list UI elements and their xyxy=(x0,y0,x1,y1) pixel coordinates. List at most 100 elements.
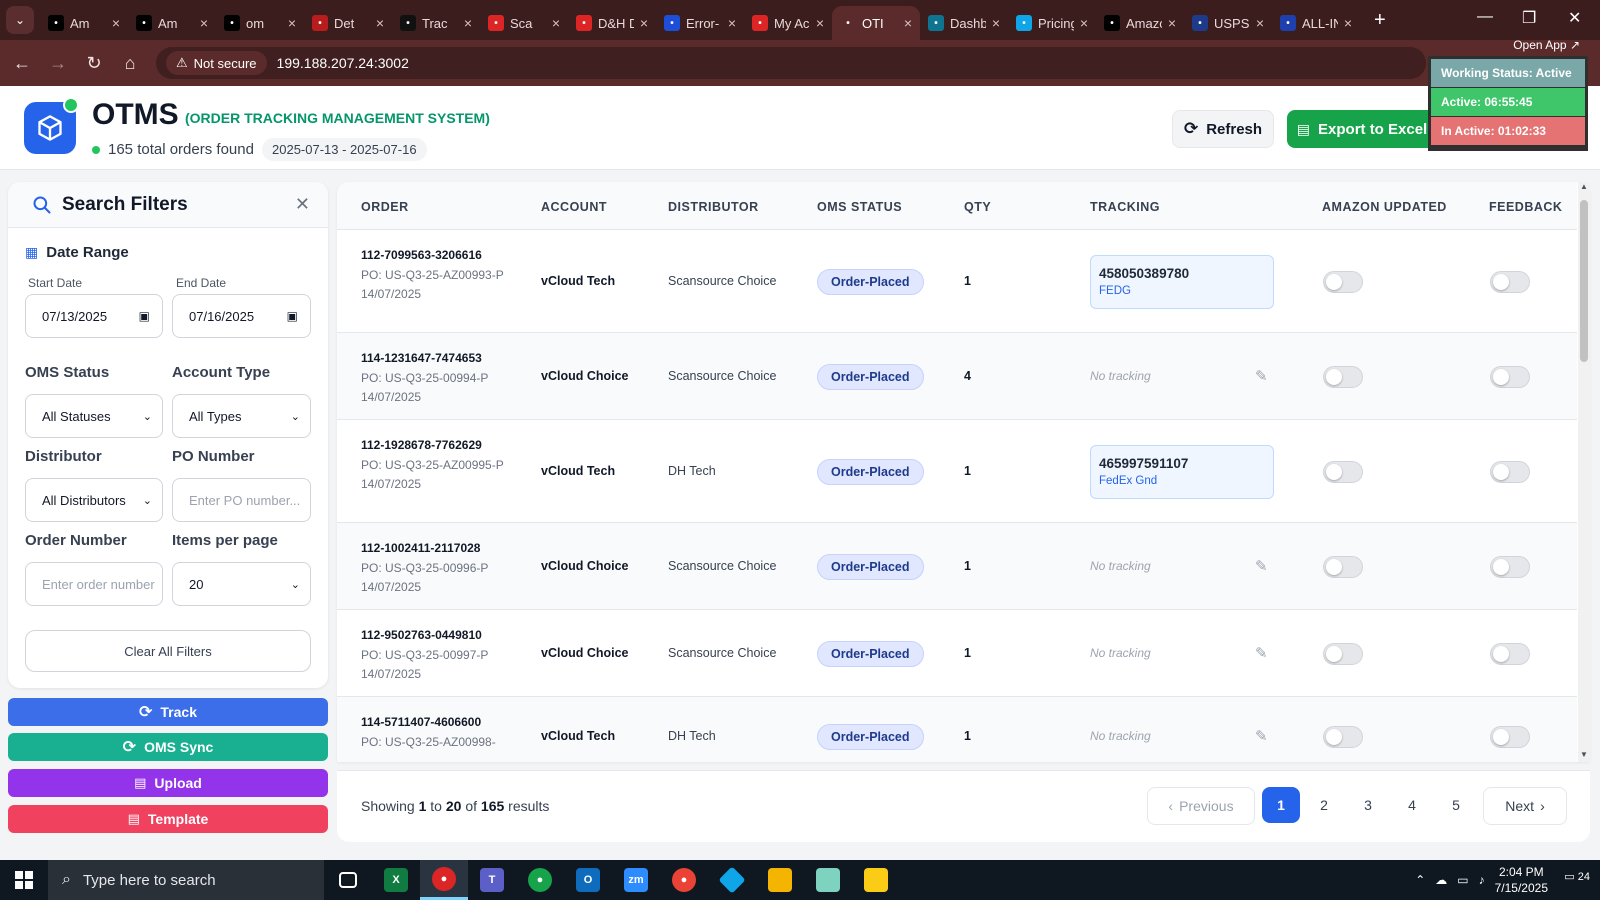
order-number[interactable]: 112-1928678-7762629 xyxy=(361,438,511,452)
sticky-notes-icon[interactable] xyxy=(852,860,900,900)
table-row[interactable]: 112-9502763-0449810 PO: US-Q3-25-00997-P 1… xyxy=(337,610,1577,697)
order-number[interactable]: 112-1002411-2117028 xyxy=(361,541,511,555)
reload-icon[interactable]: ↻ xyxy=(76,53,112,74)
table-row[interactable]: 112-1928678-7762629 PO: US-Q3-25-AZ00995-… xyxy=(337,420,1577,523)
close-tab-icon[interactable]: × xyxy=(200,15,208,31)
restore-icon[interactable]: ❐ xyxy=(1522,8,1536,28)
page-button[interactable]: 3 xyxy=(1349,787,1387,823)
tracking-box[interactable]: 458050389780 FEDG xyxy=(1090,255,1274,309)
order-number[interactable]: 112-9502763-0449810 xyxy=(361,628,511,642)
items-per-page-select[interactable]: 20 ⌄ xyxy=(172,562,311,606)
amazon-updated-toggle[interactable] xyxy=(1323,366,1363,388)
col-oms-status[interactable]: OMS STATUS xyxy=(817,200,902,214)
amazon-updated-toggle[interactable] xyxy=(1323,726,1363,748)
close-tab-icon[interactable]: × xyxy=(904,15,912,31)
task-view-icon[interactable] xyxy=(324,860,372,900)
close-tab-icon[interactable]: × xyxy=(464,15,472,31)
close-window-icon[interactable]: ✕ xyxy=(1568,8,1581,28)
teams-icon[interactable]: T xyxy=(468,860,516,900)
close-tab-icon[interactable]: × xyxy=(816,15,824,31)
close-tab-icon[interactable]: × xyxy=(376,15,384,31)
col-account[interactable]: ACCOUNT xyxy=(541,200,607,214)
close-tab-icon[interactable]: × xyxy=(112,15,120,31)
feedback-toggle[interactable] xyxy=(1490,366,1530,388)
end-date-input[interactable]: 07/16/2025 ▣ xyxy=(172,294,311,338)
browser-tab[interactable]: • Trac × xyxy=(392,6,480,40)
page-button[interactable]: 2 xyxy=(1305,787,1343,823)
amazon-updated-toggle[interactable] xyxy=(1323,556,1363,578)
chrome-icon[interactable]: ● xyxy=(420,860,468,900)
notepad-icon[interactable] xyxy=(804,860,852,900)
onedrive-icon[interactable]: ☁ xyxy=(1435,873,1447,887)
browser-tab[interactable]: •ALL-IN-× xyxy=(1272,6,1360,40)
feedback-toggle[interactable] xyxy=(1490,726,1530,748)
browser-tab[interactable]: • Pricing × xyxy=(1008,6,1096,40)
calendar-picker-icon[interactable]: ▣ xyxy=(139,309,150,323)
address-bar[interactable]: ⚠ Not secure 199.188.207.24:3002 xyxy=(156,47,1426,79)
browser-tab[interactable]: • OTI × xyxy=(832,6,920,40)
amazon-updated-toggle[interactable] xyxy=(1323,643,1363,665)
url-text[interactable]: 199.188.207.24:3002 xyxy=(277,55,409,71)
tracking-number[interactable]: 465997591107 xyxy=(1099,456,1265,471)
browser-tab[interactable]: • Am × xyxy=(128,6,216,40)
order-number[interactable]: 112-7099563-3206616 xyxy=(361,248,511,262)
browser-tab[interactable]: •Dashbo× xyxy=(920,6,1008,40)
close-tab-icon[interactable]: × xyxy=(1168,15,1176,31)
feedback-toggle[interactable] xyxy=(1490,643,1530,665)
edit-pencil-icon[interactable]: ✎ xyxy=(1255,727,1268,745)
col-feedback[interactable]: FEEDBACK xyxy=(1489,200,1562,214)
windows-start-icon[interactable] xyxy=(0,860,48,900)
track-button[interactable]: ⟳ Track xyxy=(8,698,328,726)
security-indicator[interactable]: ⚠ Not secure xyxy=(166,51,267,75)
page-button[interactable]: 4 xyxy=(1393,787,1431,823)
refresh-button[interactable]: ⟳ Refresh xyxy=(1172,110,1274,148)
taskbar-search[interactable]: ⌕ Type here to search xyxy=(48,860,324,900)
next-page-button[interactable]: Next › xyxy=(1483,787,1567,825)
amazon-updated-toggle[interactable] xyxy=(1323,271,1363,293)
edit-pencil-icon[interactable]: ✎ xyxy=(1255,367,1268,385)
export-excel-button[interactable]: ▤ Export to Excel xyxy=(1287,110,1437,148)
col-distributor[interactable]: DISTRIBUTOR xyxy=(668,200,759,214)
browser-tab[interactable]: •My Acc× xyxy=(744,6,832,40)
distributor-select[interactable]: All Distributors ⌄ xyxy=(25,478,163,522)
close-tab-icon[interactable]: × xyxy=(728,15,736,31)
feedback-toggle[interactable] xyxy=(1490,556,1530,578)
order-number[interactable]: 114-5711407-4606600 xyxy=(361,715,511,729)
chrome-alt-icon[interactable]: ● xyxy=(660,860,708,900)
oms-status-select[interactable]: All Statuses ⌄ xyxy=(25,394,163,438)
network-icon[interactable]: ▭ xyxy=(1457,873,1468,887)
browser-tab[interactable]: • Sca × xyxy=(480,6,568,40)
browser-tab[interactable]: • Det × xyxy=(304,6,392,40)
close-tab-icon[interactable]: × xyxy=(288,15,296,31)
new-tab-button[interactable]: + xyxy=(1374,9,1386,32)
po-number-input[interactable]: Enter PO number... xyxy=(172,478,311,522)
table-row[interactable]: 112-7099563-3206616 PO: US-Q3-25-AZ00993-… xyxy=(337,230,1577,333)
template-button[interactable]: ▤ Template xyxy=(8,805,328,833)
volume-icon[interactable]: ♪ xyxy=(1479,873,1485,887)
browser-tab[interactable]: •D&H Di× xyxy=(568,6,656,40)
previous-page-button[interactable]: ‹ Previous xyxy=(1147,787,1255,825)
feedback-toggle[interactable] xyxy=(1490,271,1530,293)
col-tracking[interactable]: TRACKING xyxy=(1090,200,1160,214)
col-order[interactable]: ORDER xyxy=(361,200,409,214)
chevron-up-icon[interactable]: ⌃ xyxy=(1415,873,1425,887)
browser-tab[interactable]: • om × xyxy=(216,6,304,40)
close-tab-icon[interactable]: × xyxy=(1256,15,1264,31)
tracking-box[interactable]: 465997591107 FedEx Gnd xyxy=(1090,445,1274,499)
zoom-icon[interactable]: zm xyxy=(612,860,660,900)
order-number-input[interactable]: Enter order number xyxy=(25,562,163,606)
home-icon[interactable]: ⌂ xyxy=(112,53,148,74)
open-app-button[interactable]: Open App ↗ xyxy=(1513,38,1580,52)
page-button[interactable]: 5 xyxy=(1437,787,1475,823)
minimize-icon[interactable]: — xyxy=(1477,8,1493,26)
table-row[interactable]: 114-1231647-7474653 PO: US-Q3-25-00994-P 1… xyxy=(337,333,1577,420)
scroll-up-icon[interactable]: ▲ xyxy=(1578,182,1590,191)
forward-icon[interactable]: → xyxy=(40,53,76,74)
start-date-input[interactable]: 07/13/2025 ▣ xyxy=(25,294,163,338)
table-row[interactable]: 114-5711407-4606600 PO: US-Q3-25-AZ00998-… xyxy=(337,697,1577,762)
feedback-toggle[interactable] xyxy=(1490,461,1530,483)
browser-tab[interactable]: •Amazor× xyxy=(1096,6,1184,40)
edit-pencil-icon[interactable]: ✎ xyxy=(1255,557,1268,575)
order-number[interactable]: 114-1231647-7474653 xyxy=(361,351,511,365)
close-tab-icon[interactable]: × xyxy=(552,15,560,31)
